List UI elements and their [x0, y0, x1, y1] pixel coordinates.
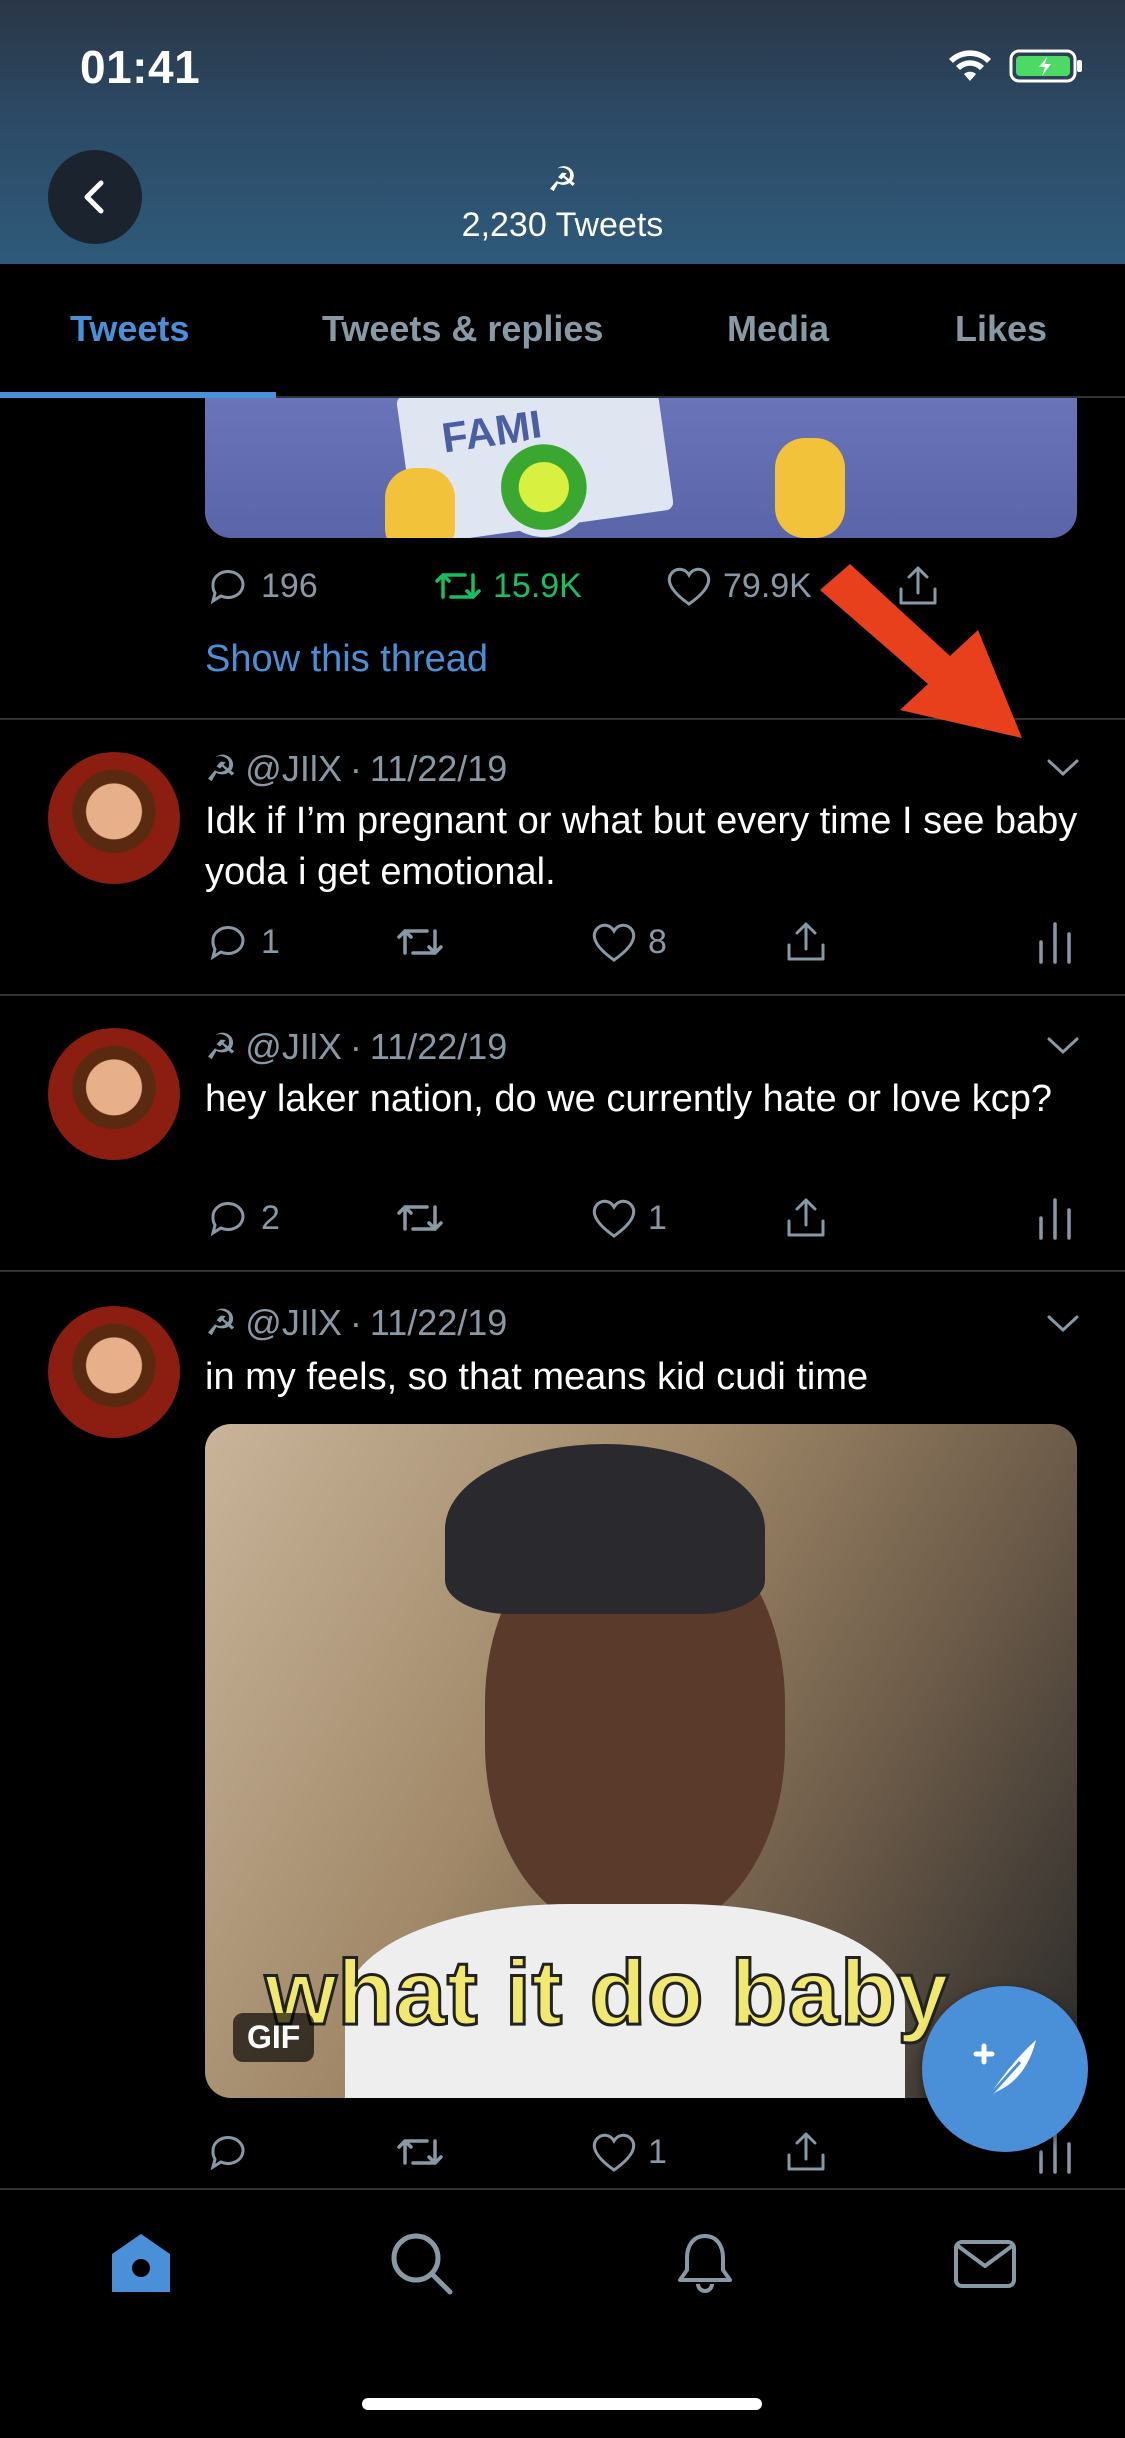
- tweet-actions: 1: [205, 2122, 1077, 2182]
- retweet-icon: [435, 573, 481, 599]
- analytics-button[interactable]: [1035, 1196, 1075, 1240]
- tab-tweets[interactable]: Tweets: [70, 308, 189, 350]
- chevron-down-icon[interactable]: [1045, 1034, 1081, 1058]
- reply-button[interactable]: 2: [205, 1195, 280, 1241]
- analytics-icon: [1039, 1198, 1071, 1240]
- divider: [0, 994, 1125, 996]
- like-count: 1: [648, 1198, 667, 1237]
- cartoon-hand-right: [775, 438, 845, 538]
- heart-icon: [667, 567, 711, 606]
- reply-count: 1: [261, 922, 280, 961]
- avatar[interactable]: [48, 752, 180, 884]
- messages-mail-icon[interactable]: [952, 2230, 1018, 2296]
- heart-icon: [592, 2133, 636, 2172]
- profile-tabs: Tweets Tweets & replies Media Likes: [0, 264, 1125, 398]
- divider: [0, 1270, 1125, 1272]
- retweet-button[interactable]: [395, 2129, 445, 2175]
- reply-icon: [210, 1202, 245, 1237]
- profile-header: 01:41 ☭ 2,230 Tweets: [0, 0, 1125, 264]
- handle[interactable]: @JIlX: [245, 1026, 342, 1068]
- share-icon: [787, 922, 825, 961]
- cartoon-hand-left: [385, 468, 455, 538]
- wifi-icon: [949, 50, 991, 81]
- tweet-text: in my feels, so that means kid cudi time: [205, 1356, 869, 1398]
- compose-feather-icon: [973, 2040, 1036, 2102]
- reply-button[interactable]: 1: [205, 919, 280, 965]
- display-name[interactable]: ☭: [205, 1302, 237, 1344]
- like-count: 1: [648, 2132, 667, 2171]
- retweet-button[interactable]: [395, 919, 445, 965]
- tweet-date[interactable]: 11/22/19: [370, 1302, 507, 1344]
- retweet-count: 15.9K: [493, 566, 582, 605]
- tweet-text: Idk if I’m pregnant or what but every ti…: [205, 800, 1078, 893]
- tab-tweets-replies[interactable]: Tweets & replies: [322, 308, 603, 350]
- analytics-button[interactable]: [1035, 920, 1075, 964]
- share-button[interactable]: [783, 919, 829, 965]
- tab-media[interactable]: Media: [727, 308, 829, 350]
- handle[interactable]: @JIlX: [245, 748, 342, 790]
- like-button[interactable]: 79.9K: [665, 564, 812, 608]
- meta-separator: ·: [349, 1026, 362, 1067]
- meta-separator: ·: [349, 1302, 362, 1343]
- tweet-date[interactable]: 11/22/19: [370, 1026, 507, 1068]
- share-button[interactable]: [783, 1195, 829, 1241]
- gif-badge: GIF: [233, 2013, 315, 2062]
- tweet-actions: 2 1: [205, 1188, 1077, 1248]
- heart-icon: [592, 923, 636, 962]
- reply-count: 2: [261, 1198, 280, 1237]
- tweet-text: hey laker nation, do we currently hate o…: [205, 1078, 1053, 1120]
- notifications-bell-icon[interactable]: [672, 2230, 738, 2296]
- avatar[interactable]: [48, 1306, 180, 1438]
- reply-count: 196: [261, 566, 318, 605]
- like-button[interactable]: 1: [590, 2130, 667, 2174]
- reply-icon: [210, 926, 245, 961]
- retweet-icon: [397, 929, 443, 955]
- home-indicator[interactable]: [362, 2398, 762, 2410]
- retweet-button[interactable]: [395, 1195, 445, 1241]
- tweet-meta: ☭ @JIlX · 11/22/19: [205, 1026, 507, 1068]
- share-button[interactable]: [783, 2129, 829, 2175]
- meta-separator: ·: [349, 748, 362, 789]
- reply-icon: [210, 2136, 245, 2171]
- show-thread-link[interactable]: Show this thread: [205, 638, 488, 681]
- handle[interactable]: @JIlX: [245, 1302, 342, 1344]
- gif-media[interactable]: what it do baby GIF: [205, 1424, 1077, 2098]
- compose-tweet-button[interactable]: [922, 1986, 1088, 2152]
- like-button[interactable]: 1: [590, 1196, 667, 1240]
- home-icon[interactable]: [108, 2230, 174, 2296]
- reply-icon: [210, 570, 245, 605]
- like-count: 8: [648, 922, 667, 961]
- tweet-date[interactable]: 11/22/19: [370, 748, 507, 790]
- status-time: 01:41: [80, 41, 201, 93]
- reply-button[interactable]: [205, 2129, 261, 2175]
- tab-likes[interactable]: Likes: [955, 308, 1047, 350]
- tweet-count: 2,230 Tweets: [461, 206, 664, 244]
- gif-caption: what it do baby: [264, 1941, 951, 2046]
- share-icon: [787, 2132, 825, 2171]
- tweet-meta: ☭ @JIlX · 11/22/19: [205, 1302, 507, 1344]
- status-icons: [947, 48, 1085, 84]
- retweet-button[interactable]: 15.9K: [433, 563, 582, 609]
- search-icon[interactable]: [388, 2230, 454, 2296]
- heart-icon: [592, 1199, 636, 1238]
- tweet-media[interactable]: FAMI: [205, 398, 1077, 538]
- chevron-down-icon[interactable]: [1045, 1312, 1081, 1336]
- like-button[interactable]: 8: [590, 920, 667, 964]
- gif-cap-shape: [445, 1444, 765, 1614]
- annotation-arrow-icon: [820, 564, 1022, 738]
- avatar[interactable]: [48, 1028, 180, 1160]
- tweet-actions: 1 8: [205, 912, 1077, 972]
- display-name[interactable]: ☭: [205, 1026, 237, 1068]
- like-count: 79.9K: [723, 566, 812, 605]
- reply-button[interactable]: 196: [205, 563, 318, 609]
- retweet-icon: [397, 2139, 443, 2165]
- tweet-meta: ☭ @JIlX · 11/22/19: [205, 748, 507, 790]
- profile-name: ☭: [547, 161, 578, 199]
- analytics-icon: [1039, 922, 1071, 964]
- share-icon: [787, 1198, 825, 1237]
- retweet-icon: [397, 1205, 443, 1231]
- battery-icon: [1009, 49, 1082, 83]
- display-name[interactable]: ☭: [205, 748, 237, 790]
- chevron-down-icon[interactable]: [1045, 756, 1081, 780]
